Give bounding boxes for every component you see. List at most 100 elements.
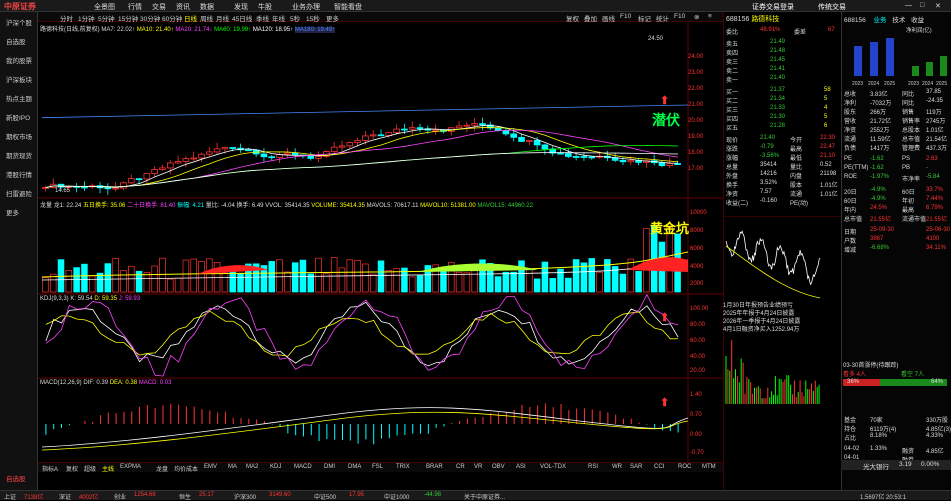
indicator-tab[interactable]: ROC (678, 464, 691, 470)
tool-button[interactable]: F10 (674, 13, 685, 20)
menu-item[interactable]: 交易 (152, 2, 166, 12)
nav-item[interactable]: 沪深板块 (0, 69, 38, 88)
pe-row-label: 市净率 (902, 177, 921, 183)
indicator-tab[interactable]: SAR (630, 464, 642, 470)
sell-row[interactable]: 卖三 21.45 (724, 56, 842, 66)
nav-item[interactable]: 新股IPO (0, 107, 38, 126)
indicator-tab[interactable]: 主线 (102, 464, 114, 473)
status-item: -44.98 (424, 492, 442, 498)
buy-row[interactable]: 买二 21.34 5 (724, 95, 842, 105)
indicator-tab[interactable]: RSI (588, 464, 598, 470)
close-icon[interactable]: ⊗ (694, 13, 699, 21)
close-button[interactable]: ✕ (935, 2, 941, 10)
indicator-tab[interactable]: EXPMA (120, 464, 141, 470)
volume-bar (510, 271, 517, 293)
vol-title: 龙量 (40, 203, 53, 209)
menu-item[interactable]: 牛股 (258, 2, 272, 12)
candle-body (354, 140, 361, 143)
chg-row-value: 7.44% (926, 196, 944, 202)
holder-row: 日期 25-09-30 25-06-30 (842, 226, 951, 236)
sell-row[interactable]: 卖一 21.40 (724, 74, 842, 84)
menu-item[interactable]: 智能看盘 (334, 2, 362, 12)
nav-item[interactable]: 期货现货 (0, 145, 38, 164)
tool-button[interactable]: F10 (620, 13, 631, 20)
indicator-tab[interactable]: CCI (654, 464, 664, 470)
buy-row[interactable]: 买四 21.30 5 (724, 113, 842, 123)
trade-login-link[interactable]: 证券交易登录 (752, 2, 794, 12)
fin-tab[interactable]: 技术 (892, 17, 905, 24)
news-item[interactable]: 2026年一季报于4月24日披露 (723, 316, 841, 325)
indicator-tab[interactable]: KDJ (270, 464, 281, 470)
volume-bar (276, 259, 283, 293)
fin-tab[interactable]: 业务 (874, 17, 887, 24)
menu-item[interactable]: 业务办理 (292, 2, 320, 12)
candle-body (479, 123, 486, 126)
indicator-tab[interactable]: MA2 (246, 464, 258, 470)
fin-tab[interactable]: 收益 (911, 17, 924, 24)
menu-item[interactable]: 数据 (200, 2, 214, 12)
nav-item-watchlist[interactable]: 自选股 (0, 468, 38, 487)
nav-item[interactable]: 期权市场 (0, 126, 38, 145)
quote-value: -3.56% (760, 153, 780, 159)
candle-body (260, 153, 268, 158)
indicator-tab[interactable]: 复权 (66, 464, 78, 473)
indicator-tab[interactable]: 超级 (84, 464, 96, 473)
buy-row[interactable]: 买五 21.28 6 (724, 122, 842, 132)
buy-row[interactable]: 买三 21.33 4 (724, 104, 842, 114)
nav-item[interactable]: 港股行情 (0, 164, 38, 183)
indicator-tab[interactable]: DMA (348, 464, 361, 470)
indicator-tab[interactable]: VOL-TDX (540, 464, 566, 470)
bear-pct: 64% (930, 379, 943, 385)
pe-row-value: 2.63 (926, 156, 938, 162)
buy-row[interactable]: 买一 21.37 58 (724, 86, 842, 96)
quote-value: 21.40 (760, 135, 776, 141)
indicator-tab[interactable]: 指标A (42, 464, 58, 473)
indicator-tab[interactable]: EMV (204, 464, 217, 470)
indicator-tab[interactable]: WR (612, 464, 622, 470)
sell-row[interactable]: 卖二 21.41 (724, 65, 842, 75)
volume-bar (151, 265, 158, 293)
indicator-tab[interactable]: 均价成本 (174, 464, 198, 473)
menu-item[interactable]: 行情 (128, 2, 142, 12)
nav-item[interactable]: 我的股票 (0, 50, 38, 69)
holder-row: 户数 3867 4100 (842, 235, 951, 245)
legacy-trade-link[interactable]: 传统交易 (818, 2, 846, 12)
nav-item[interactable]: 热点主题 (0, 88, 38, 107)
news-item[interactable]: 4月1日融资净买入1252.94万 (723, 324, 841, 333)
nav-item[interactable]: 自选股 (0, 31, 38, 50)
period-toolbar: 分时 1分钟 5分钟 15分钟 30分钟 60分钟 日线 周线 月线 45日线 … (38, 12, 723, 23)
bottom-stock-ticker[interactable]: 光大银行 3.19 0.00% (841, 460, 951, 471)
sell-row[interactable]: 卖四 21.48 (724, 47, 842, 57)
indicator-tab[interactable]: FSL (372, 464, 383, 470)
menu-icon[interactable]: ≡ (708, 13, 712, 20)
indicator-tab[interactable]: BRAR (426, 464, 443, 470)
news-item[interactable]: 1月30日年报预告业绩预亏 (723, 300, 841, 309)
indicator-tab[interactable]: OBV (492, 464, 505, 470)
news-item[interactable]: 2025年年报于4月24日披露 (723, 308, 841, 317)
indicator-tab[interactable]: DMI (324, 464, 335, 470)
indicator-tab[interactable]: TRIX (396, 464, 410, 470)
nav-item[interactable]: 更多 (0, 202, 38, 221)
revenue-bar (870, 42, 878, 76)
volume-bar (572, 259, 580, 293)
indicator-tab[interactable]: MTM (702, 464, 716, 470)
volume-bar (237, 273, 244, 293)
minimize-button[interactable]: — (905, 2, 912, 9)
menu-item[interactable]: 全景图 (94, 2, 115, 12)
maximize-button[interactable]: □ (920, 2, 924, 9)
menu-item[interactable]: 资讯 (176, 2, 190, 12)
nav-item[interactable]: 沪深个股 (0, 12, 38, 31)
volume-bar (385, 270, 393, 293)
indicator-tab[interactable]: MACD (294, 464, 312, 470)
chart-canvas[interactable] (38, 22, 723, 462)
kdj-axis-label: 40.00 (690, 354, 706, 360)
sell-row[interactable]: 卖五 21.49 (724, 38, 842, 48)
menu-item[interactable]: 发现 (234, 2, 248, 12)
indicator-tab[interactable]: VR (474, 464, 482, 470)
nav-item[interactable]: 扫雷避险 (0, 183, 38, 202)
indicator-tab[interactable]: MA (228, 464, 237, 470)
volume-bar (635, 271, 642, 293)
indicator-tab[interactable]: 龙盘 (156, 464, 168, 473)
indicator-tab[interactable]: ASI (516, 464, 526, 470)
indicator-tab[interactable]: CR (456, 464, 465, 470)
